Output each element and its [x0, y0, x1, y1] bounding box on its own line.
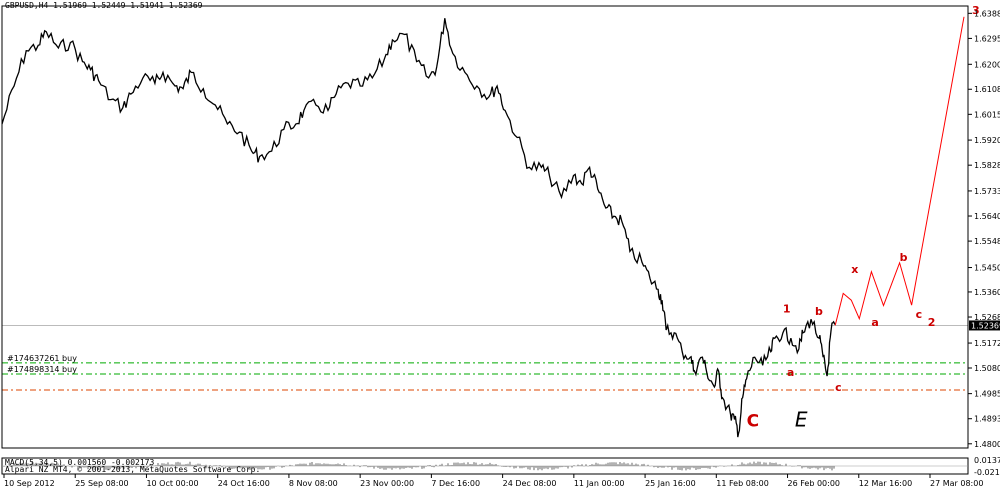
x-tick-label: 10 Oct 00:00	[146, 479, 198, 488]
y-tick-label: 1.62000	[974, 60, 1000, 69]
wave-label: b	[815, 305, 823, 318]
x-tick-label: 11 Feb 08:00	[716, 479, 768, 488]
y-tick-label: 1.62955	[974, 34, 1000, 43]
y-tick-label: 1.59205	[974, 136, 1000, 145]
wave-label: a	[871, 316, 878, 329]
x-tick-label: 23 Nov 00:00	[360, 479, 414, 488]
y-tick-label: 1.48930	[974, 415, 1000, 424]
x-tick-label: 26 Feb 00:00	[788, 479, 840, 488]
macd-tick-label: 0.013795	[974, 456, 1000, 465]
y-tick-label: 1.61080	[974, 85, 1000, 94]
x-tick-label: 27 Mar 08:00	[930, 479, 983, 488]
y-tick-label: 1.60155	[974, 110, 1000, 119]
wave-label-black: E	[795, 407, 808, 431]
wave-label: c	[835, 381, 842, 394]
x-tick-label: 8 Nov 08:00	[289, 479, 338, 488]
x-tick-label: 25 Sep 08:00	[75, 479, 128, 488]
chart-header: GBPUSD,H4 1.51969 1.52449 1.51941 1.5236…	[5, 1, 203, 10]
wave-label: c	[916, 308, 923, 321]
x-tick-label: 24 Oct 16:00	[218, 479, 270, 488]
y-tick-label: 1.53605	[974, 288, 1000, 297]
wave-label: x	[851, 263, 858, 276]
order-label: #174898314 buy	[7, 365, 77, 374]
y-tick-label: 1.48005	[974, 440, 1000, 449]
current-price-label: 1.52369	[971, 321, 1000, 330]
x-tick-label: 24 Dec 08:00	[503, 479, 557, 488]
x-tick-label: 12 Mar 16:00	[859, 479, 912, 488]
y-tick-label: 1.49855	[974, 390, 1000, 399]
y-tick-label: 1.55480	[974, 237, 1000, 246]
chart-frame	[1, 5, 969, 449]
x-tick-label: 11 Jan 00:00	[574, 479, 625, 488]
x-tick-label: 10 Sep 2012	[4, 479, 55, 488]
wave-label: b	[900, 251, 908, 264]
y-tick-label: 1.63880	[974, 9, 1000, 18]
x-tick-label: 7 Dec 16:00	[431, 479, 480, 488]
chart-canvas: #174637261 buy#174898314 buy 1 bxbaacc23C…	[1, 4, 1000, 488]
y-tick-label: 1.54505	[974, 264, 1000, 273]
forecast-series-line	[834, 16, 965, 326]
x-tick-label: 25 Jan 16:00	[645, 479, 696, 488]
y-tick-label: 1.56405	[974, 212, 1000, 221]
wave-label: a	[787, 366, 794, 379]
y-tick-label: 1.51720	[974, 339, 1000, 348]
copyright-text: Alpari NZ MT4, © 2001-2013, MetaQuotes S…	[5, 465, 261, 474]
wave-label: 2	[928, 316, 936, 329]
wave-label: 1	[783, 302, 791, 315]
wave-label: C	[747, 411, 759, 431]
y-tick-label: 1.57330	[974, 187, 1000, 196]
y-tick-label: 1.50800	[974, 364, 1000, 373]
y-tick-label: 1.58280	[974, 161, 1000, 170]
order-label: #174637261 buy	[7, 354, 77, 363]
price-chart[interactable]: GBPUSD,H4 1.51969 1.52449 1.51941 1.5236…	[0, 0, 1000, 490]
macd-tick-label: -0.02149	[974, 468, 1000, 477]
